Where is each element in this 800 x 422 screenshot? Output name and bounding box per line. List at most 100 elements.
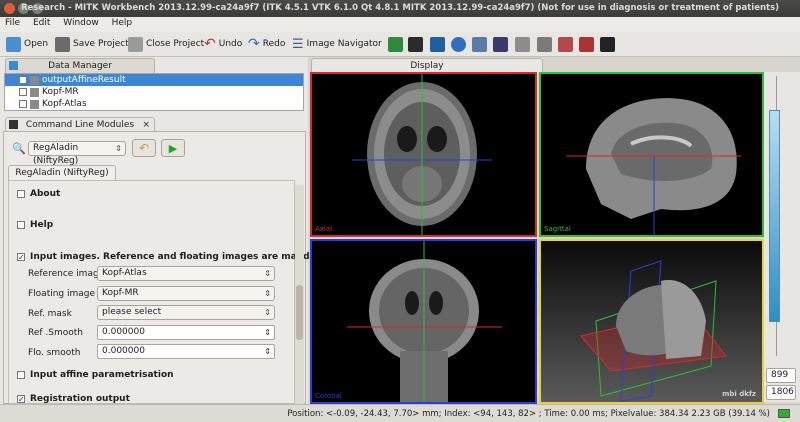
undo-button[interactable]: ↶ Undo xyxy=(204,35,242,53)
tab-command-line-modules[interactable]: Command Line Modules ⨯ xyxy=(5,117,155,132)
window-titlebar: Research - MITK Workbench 2013.12.99-ca2… xyxy=(0,0,800,17)
help-checkbox[interactable] xyxy=(17,221,25,229)
registration-icon[interactable] xyxy=(558,37,573,52)
redo-label: Redo xyxy=(262,39,286,49)
input-images-label: Input images. Reference and floating ima… xyxy=(30,252,337,262)
tab-display[interactable]: Display xyxy=(311,58,543,73)
coronal-view[interactable]: Coronal xyxy=(310,239,537,404)
about-label: About xyxy=(30,189,61,199)
list-item[interactable]: Kopf-Atlas xyxy=(5,98,303,110)
coronal-image xyxy=(347,241,502,402)
list-item[interactable]: outputAffineResult xyxy=(5,74,303,86)
ref-mask-value: please select xyxy=(102,307,162,317)
threed-view[interactable]: mbi dkfz xyxy=(539,239,764,404)
input-images-checkbox[interactable]: ✓ xyxy=(17,253,25,262)
run-module-button[interactable]: ▶ xyxy=(161,139,185,157)
help-group[interactable]: Help xyxy=(17,220,53,230)
close-project-button[interactable]: Close Project xyxy=(128,35,204,53)
segmentation-plugin-icon[interactable] xyxy=(388,37,403,52)
status-bar: Position: <-0.09, -24.43, 7.70> mm; Inde… xyxy=(0,404,800,422)
chevron-updown-icon: ⇕ xyxy=(264,269,271,278)
data-node-label: Kopf-Atlas xyxy=(42,99,87,109)
level-window-bar[interactable] xyxy=(769,110,780,322)
image-node-icon xyxy=(30,99,39,109)
sliders-icon: ☰ xyxy=(292,36,304,52)
axial-view[interactable]: Axial xyxy=(310,72,537,237)
search-icon: 🔍 xyxy=(12,142,26,155)
regaladin-tab-label: RegAladin (NiftyReg) xyxy=(15,168,109,178)
list-item[interactable]: Kopf-MR xyxy=(5,86,303,98)
redo-button[interactable]: ↷ Redo xyxy=(248,35,285,53)
image-node-icon xyxy=(30,87,39,97)
data-manager-tab-label: Data Manager xyxy=(48,61,112,71)
spin-arrows-icon[interactable]: ⇕ xyxy=(264,345,271,358)
tab-regaladin[interactable]: RegAladin (NiftyReg) ⨯ xyxy=(8,165,116,192)
ref-mask-label: Ref. mask xyxy=(28,309,72,319)
axial-label: Axial xyxy=(315,225,333,233)
ref-smooth-spinbox[interactable]: 0.000000 ⇕ xyxy=(97,325,275,340)
magnifier-plugin-icon[interactable] xyxy=(493,37,508,52)
menu-help[interactable]: Help xyxy=(107,17,138,29)
spin-arrows-icon[interactable]: ⇕ xyxy=(264,326,271,339)
input-images-group[interactable]: ✓ Input images. Reference and floating i… xyxy=(17,252,336,262)
save-project-button[interactable]: Save Project xyxy=(55,35,129,53)
threed-render xyxy=(580,260,727,402)
measurement-icon[interactable] xyxy=(430,37,445,52)
floating-image-label: Floating image xyxy=(28,289,96,299)
search-icon[interactable] xyxy=(537,37,552,52)
level-bottom-value: 1806 xyxy=(771,387,794,397)
volume-visualization-icon[interactable] xyxy=(408,37,423,52)
memory-usage-icon xyxy=(778,409,790,418)
help-label: Help xyxy=(30,220,54,230)
tab-data-manager[interactable]: Data Manager xyxy=(5,58,155,73)
flo-smooth-spinbox[interactable]: 0.000000 ⇕ xyxy=(97,344,275,359)
image-navigator-button[interactable]: ☰ Image Navigator xyxy=(292,35,382,53)
reset-module-button[interactable]: ↶ xyxy=(132,139,156,157)
menu-file[interactable]: File xyxy=(0,17,25,29)
close-tab-icon[interactable]: ⨯ xyxy=(142,118,150,132)
about-group[interactable]: About xyxy=(17,189,60,199)
coronal-label: Coronal xyxy=(315,392,342,400)
statistics-icon[interactable] xyxy=(472,37,487,52)
undo-icon: ↶ xyxy=(204,36,216,52)
visibility-checkbox[interactable] xyxy=(19,76,27,84)
about-checkbox[interactable] xyxy=(17,190,25,198)
visibility-checkbox[interactable] xyxy=(19,100,27,108)
help-icon[interactable] xyxy=(451,37,466,52)
reference-image-label: Reference image xyxy=(28,269,105,279)
image-node-icon xyxy=(30,75,39,85)
visibility-checkbox[interactable] xyxy=(19,88,27,96)
form-scrollbar[interactable] xyxy=(295,185,304,404)
menu-edit[interactable]: Edit xyxy=(28,17,55,29)
level-bottom-field[interactable]: 1806 xyxy=(766,385,796,400)
affine-parametrisation-label: Input affine parametrisation xyxy=(30,370,174,380)
level-window-panel: 899 1806 xyxy=(764,72,800,402)
affine-parametrisation-group[interactable]: Input affine parametrisation xyxy=(17,370,174,380)
registration-output-checkbox[interactable]: ✓ xyxy=(17,395,25,404)
ref-smooth-label: Ref .Smooth xyxy=(28,328,84,338)
reference-image-select[interactable]: Kopf-Atlas ⇕ xyxy=(97,266,275,281)
chevron-updown-icon: ⇕ xyxy=(115,144,122,153)
menu-window[interactable]: Window xyxy=(58,17,104,29)
registration-output-group[interactable]: ✓ Registration output xyxy=(17,394,130,404)
module-select[interactable]: RegAladin (NiftyReg) ⇕ xyxy=(28,141,126,166)
save-icon xyxy=(55,36,70,52)
screenshot-icon[interactable] xyxy=(600,37,615,52)
sagittal-view[interactable]: Sagittal xyxy=(539,72,764,237)
scrollbar-thumb[interactable] xyxy=(296,285,303,340)
main-toolbar: Open Save Project Close Project ↶ Undo ↷… xyxy=(0,32,800,57)
open-button[interactable]: Open xyxy=(6,35,48,53)
affine-parametrisation-checkbox[interactable] xyxy=(17,371,25,379)
data-node-label: outputAffineResult xyxy=(42,75,126,85)
chevron-updown-icon: ⇕ xyxy=(264,289,271,298)
properties-icon[interactable] xyxy=(515,37,530,52)
floating-image-select[interactable]: Kopf-MR ⇕ xyxy=(97,286,275,301)
sagittal-label: Sagittal xyxy=(544,225,571,233)
terminal-icon xyxy=(9,120,18,129)
ref-mask-select[interactable]: please select ⇕ xyxy=(97,305,275,320)
point-set-icon[interactable] xyxy=(579,37,594,52)
undo-label: Undo xyxy=(218,39,243,49)
sagittal-image xyxy=(566,98,741,235)
level-top-field[interactable]: 899 xyxy=(766,368,796,383)
undo-arrow-icon: ↶ xyxy=(138,141,150,155)
